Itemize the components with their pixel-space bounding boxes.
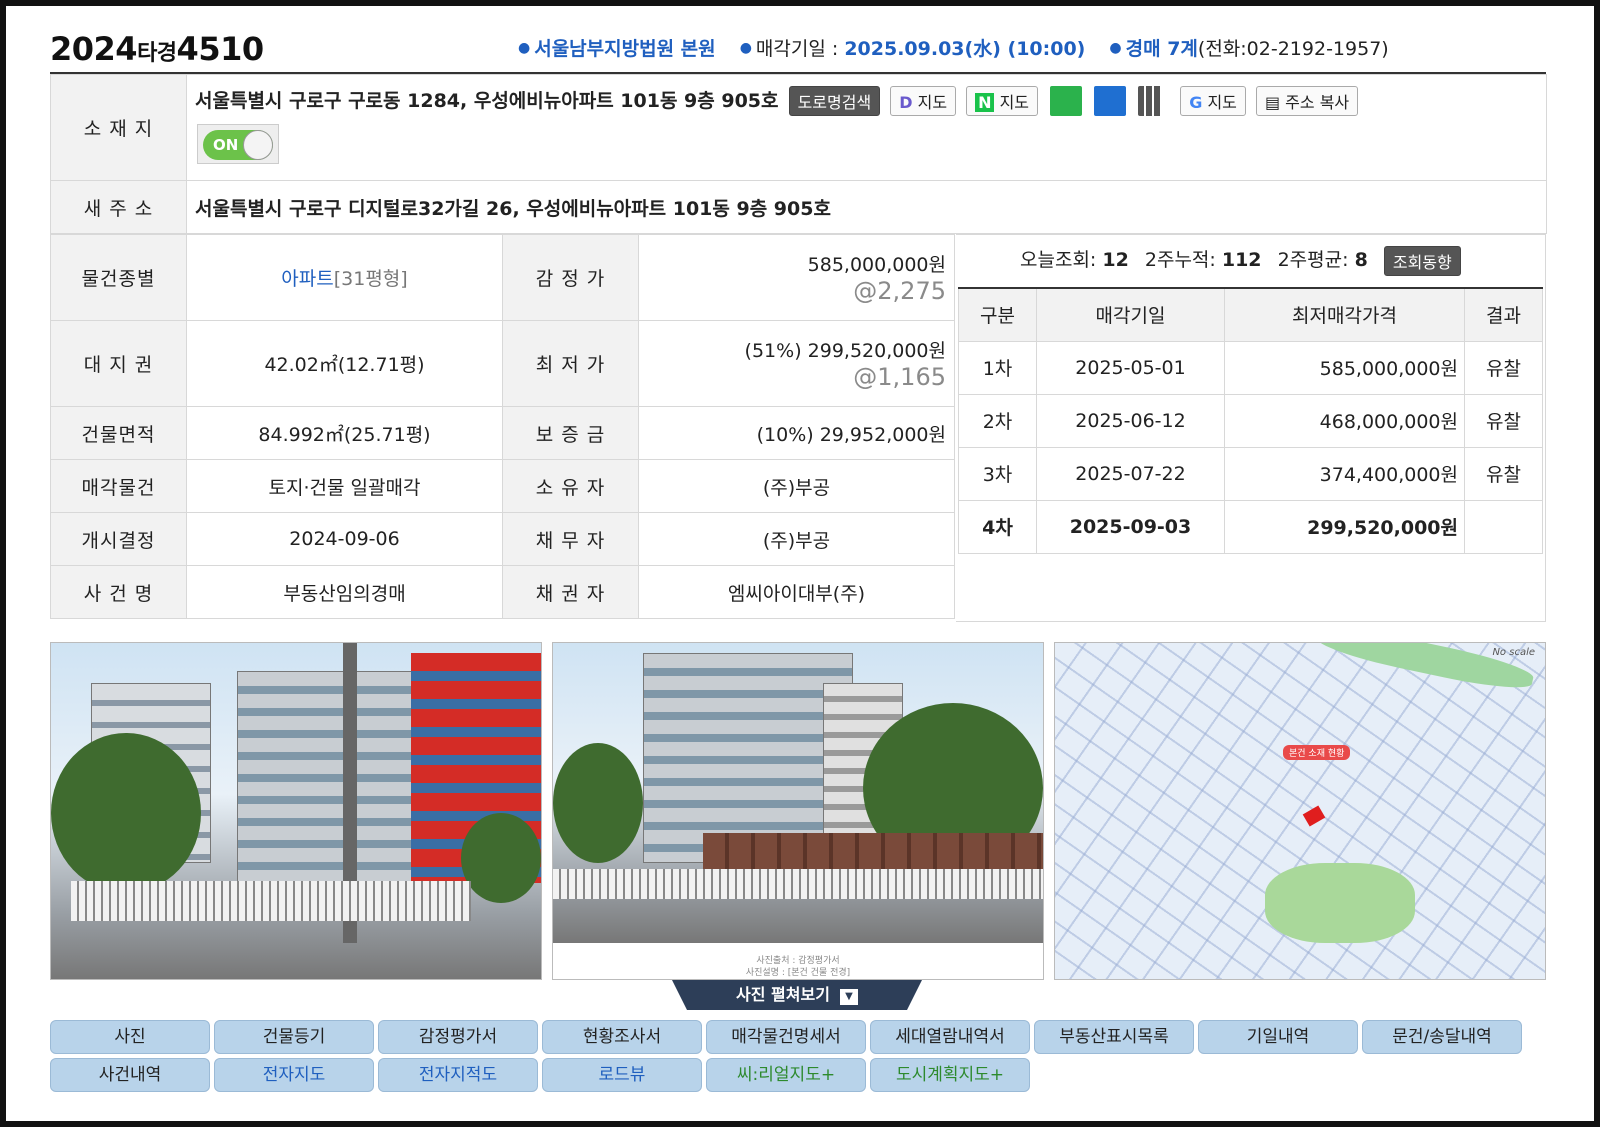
- history-row: 3차 2025-07-22 374,400,000원 유찰: [958, 446, 1543, 501]
- tab-case-history[interactable]: 사건내역: [50, 1058, 210, 1092]
- creditor-value: 엠씨아이대부(주): [638, 565, 955, 619]
- case-name-value: 부동산임의경매: [186, 565, 503, 619]
- creditor-label: 채 권 자: [502, 565, 639, 619]
- bullet-icon: ●: [1109, 40, 1122, 56]
- tab-roadview[interactable]: 로드뷰: [542, 1058, 702, 1092]
- map-scale: No scale: [1492, 647, 1535, 658]
- court-link[interactable]: 서울남부지방법원 본원: [534, 38, 715, 60]
- history-row: 1차 2025-05-01 585,000,000원 유찰: [958, 340, 1543, 395]
- bullet-icon: ●: [739, 40, 752, 56]
- building-label: 건물면적: [50, 406, 187, 460]
- tab-e-map[interactable]: 전자지도: [214, 1058, 374, 1092]
- location-label: 소 재 지: [50, 74, 187, 181]
- sale-item-label: 매각물건: [50, 459, 187, 513]
- tab-date-history[interactable]: 기일내역: [1198, 1020, 1358, 1054]
- debtor-label: 채 무 자: [502, 512, 639, 566]
- case-header: 2024타경4510 ● 서울남부지방법원 본원 ● 매각기일 : 2025.09.…: [50, 28, 1546, 72]
- toggle-knob: [243, 130, 273, 161]
- tab-real-map[interactable]: 씨:리얼지도+: [706, 1058, 866, 1092]
- debtor-value: (주)부공: [638, 512, 955, 566]
- naver-map-button[interactable]: N 지도: [966, 86, 1039, 117]
- owner-value: (주)부공: [638, 459, 955, 513]
- two-week-count: 112: [1221, 249, 1262, 271]
- dept-phone: (전화:02-2192-1957): [1197, 38, 1389, 60]
- chevron-down-icon: ▼: [839, 989, 858, 1005]
- type-size: [31평형]: [333, 268, 408, 290]
- start-label: 개시결정: [50, 512, 187, 566]
- tab-sale-statement[interactable]: 매각물건명세서: [706, 1020, 866, 1054]
- view-stats: 오늘조회: 12 2주누적: 112 2주평균: 8 조회동향: [958, 234, 1540, 286]
- sale-date-label: 매각기일 :: [755, 38, 839, 60]
- toggle-pill: ON: [203, 130, 273, 161]
- deposit-value: (10%) 29,952,000원: [638, 406, 955, 460]
- google-icon: G: [1189, 93, 1203, 113]
- appraisal-label: 감 정 가: [502, 234, 639, 321]
- appraisal-value: 585,000,000원: [807, 254, 946, 276]
- bullet-icon: ●: [518, 40, 531, 56]
- case-detail-table: 물건종별 아파트[31평형] 감 정 가 585,000,000원 @2,275 …: [50, 234, 955, 619]
- deposit-label: 보 증 금: [502, 406, 639, 460]
- sale-date: 2025.09.03(水) (10:00): [844, 38, 1086, 60]
- history-header-row: 구분 매각기일 최저매각가격 결과: [958, 287, 1543, 342]
- min-price-cell: (51%) 299,520,000원 @1,165: [638, 320, 955, 407]
- location-address: 서울특별시 구로구 구로동 1284, 우성에비뉴아파트 101동 9층 905…: [195, 89, 779, 112]
- history-row-current: 4차 2025-09-03 299,520,000원: [958, 499, 1543, 554]
- tab-building-registry[interactable]: 건물등기: [214, 1020, 374, 1054]
- new-address-value: 서울특별시 구로구 디지털로32가길 26, 우성에비뉴아파트 101동 9층 …: [186, 180, 1547, 234]
- appraisal-cell: 585,000,000원 @2,275: [638, 234, 955, 321]
- road-search-button[interactable]: 도로명검색: [788, 86, 881, 117]
- location-toggle[interactable]: ON: [197, 124, 279, 165]
- calculator-icon[interactable]: [1138, 86, 1163, 117]
- page-frame: 2024타경4510 ● 서울남부지방법원 본원 ● 매각기일 : 2025.09.…: [0, 0, 1600, 1127]
- tab-appraisal[interactable]: 감정평가서: [378, 1020, 538, 1054]
- trend-button[interactable]: 조회동향: [1383, 245, 1461, 276]
- photo-caption: 사진출처 : 감정평가서 사진설명 : [본건 건물 전경]: [553, 953, 1043, 979]
- copy-address-button[interactable]: ▤ 주소 복사: [1255, 86, 1359, 117]
- tab-survey[interactable]: 현황조사서: [542, 1020, 702, 1054]
- min-price-value: (51%) 299,520,000원: [744, 340, 946, 362]
- tab-property-list[interactable]: 부동산표시목록: [1034, 1020, 1194, 1054]
- land-value: 42.02㎡(12.71평): [186, 320, 503, 407]
- daum-icon: D: [899, 93, 913, 113]
- case-number: 2024타경4510: [50, 30, 264, 68]
- owner-label: 소 유 자: [502, 459, 639, 513]
- naver-icon: N: [975, 93, 995, 113]
- appraisal-unit-price: @2,275: [853, 277, 946, 305]
- location-cell: 서울특별시 구로구 구로동 1284, 우성에비뉴아파트 101동 9층 905…: [186, 74, 1547, 181]
- land-label: 대 지 권: [50, 320, 187, 407]
- house-icon[interactable]: [1050, 86, 1083, 117]
- tab-documents[interactable]: 문건/송달내역: [1362, 1020, 1522, 1054]
- tab-household[interactable]: 세대열람내역서: [870, 1020, 1030, 1054]
- tab-urban-plan-map[interactable]: 도시계획지도+: [870, 1058, 1030, 1092]
- google-map-button[interactable]: G 지도: [1180, 86, 1246, 117]
- copy-icon: ▤: [1264, 93, 1281, 113]
- avg-count: 8: [1354, 249, 1368, 271]
- min-price-label: 최 저 가: [502, 320, 639, 407]
- today-count: 12: [1102, 249, 1129, 271]
- building-photo-2[interactable]: 사진출처 : 감정평가서 사진설명 : [본건 건물 전경]: [552, 642, 1044, 980]
- map-marker-label: 본건 소재 현황: [1283, 745, 1351, 760]
- tab-photo[interactable]: 사진: [50, 1020, 210, 1054]
- type-cell: 아파트[31평형]: [186, 234, 503, 321]
- expand-photos-button[interactable]: 사진 펼쳐보기 ▼: [672, 980, 922, 1010]
- case-info-table: 소 재 지 서울특별시 구로구 구로동 1284, 우성에비뉴아파트 101동 …: [50, 74, 1547, 234]
- new-address-label: 새 주 소: [50, 180, 187, 234]
- building-photo-1[interactable]: [50, 642, 542, 980]
- location-map[interactable]: No scale 본건 소재 현황: [1054, 642, 1546, 980]
- sale-item-value: 토지·건물 일괄매각: [186, 459, 503, 513]
- history-row: 2차 2025-06-12 468,000,000원 유찰: [958, 393, 1543, 448]
- type-link[interactable]: 아파트: [281, 268, 333, 290]
- dept-link[interactable]: 경매 7계: [1126, 38, 1198, 60]
- min-unit-price: @1,165: [853, 363, 946, 391]
- start-value: 2024-09-06: [186, 512, 503, 566]
- tab-cadastral-map[interactable]: 전자지적도: [378, 1058, 538, 1092]
- building-value: 84.992㎡(25.71평): [186, 406, 503, 460]
- bar-chart-icon[interactable]: [1094, 86, 1127, 117]
- sale-history-table: 구분 매각기일 최저매각가격 결과 1차 2025-05-01 585,000,000원 유…: [958, 287, 1543, 554]
- type-label: 물건종별: [50, 234, 187, 321]
- daum-map-button[interactable]: D 지도: [890, 86, 957, 117]
- case-meta: ● 서울남부지방법원 본원 ● 매각기일 : 2025.09.03(水) (10:0…: [500, 34, 1389, 61]
- case-name-label: 사 건 명: [50, 565, 187, 619]
